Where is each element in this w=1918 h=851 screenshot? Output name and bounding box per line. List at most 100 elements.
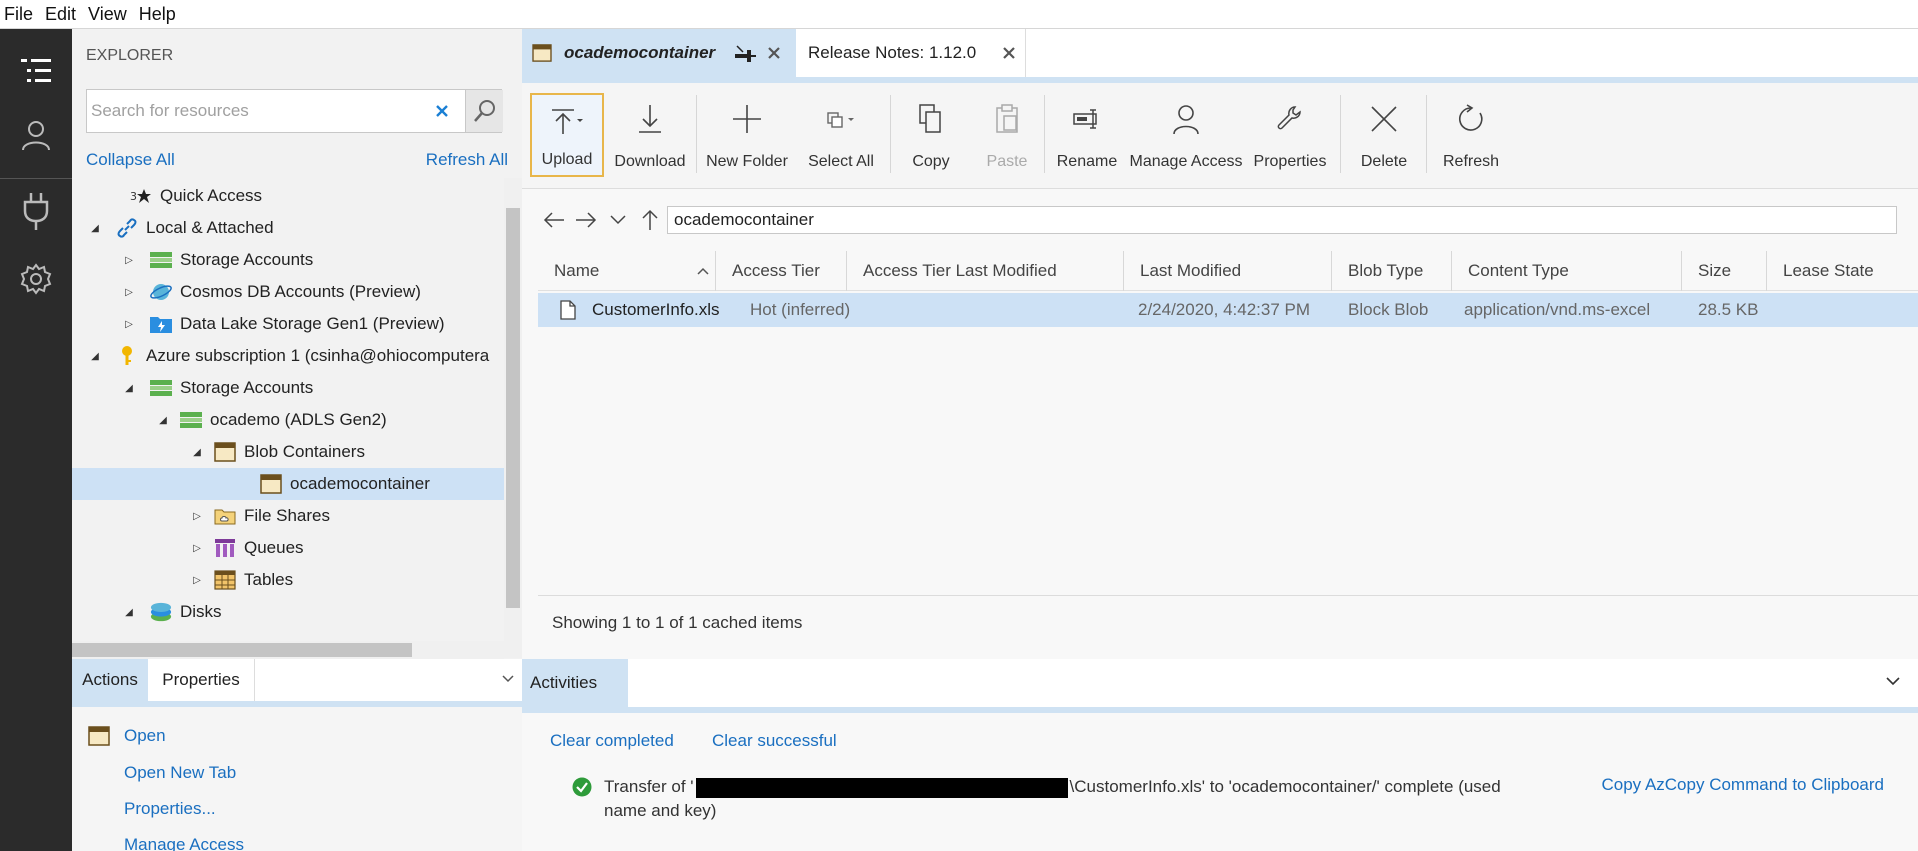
tree-item-local-storage-accounts[interactable]: ▷ Storage Accounts bbox=[72, 244, 504, 276]
grid-header: Name Access Tier Access Tier Last Modifi… bbox=[538, 251, 1918, 291]
tree-item-cosmos-db[interactable]: ▷ Cosmos DB Accounts (Preview) bbox=[72, 276, 504, 308]
tree-item-azure-subscription[interactable]: ◢ Azure subscription 1 (csinha@ohiocompu… bbox=[72, 340, 504, 372]
clear-completed-link[interactable]: Clear completed bbox=[550, 731, 674, 751]
caret-collapsed-icon[interactable]: ▷ bbox=[190, 573, 204, 587]
tree-item-disks[interactable]: ◢ Disks bbox=[72, 596, 504, 628]
tree-item-tables[interactable]: ▷ Tables bbox=[72, 564, 504, 596]
tree-horizontal-scrollbar[interactable] bbox=[72, 641, 504, 659]
tab-actions[interactable]: Actions bbox=[72, 659, 148, 701]
manage-access-button[interactable]: Manage Access bbox=[1128, 93, 1244, 177]
tree-item-queues[interactable]: ▷ Queues bbox=[72, 532, 504, 564]
action-open-new-tab[interactable]: Open New Tab bbox=[124, 763, 236, 783]
column-header-last-modified[interactable]: Last Modified bbox=[1124, 251, 1332, 291]
column-header-blob-type[interactable]: Blob Type bbox=[1332, 251, 1452, 291]
tree-item-file-shares[interactable]: ▷ File Shares bbox=[72, 500, 504, 532]
action-manage-access[interactable]: Manage Access bbox=[124, 835, 244, 851]
tree-item-blob-containers[interactable]: ◢ Blob Containers bbox=[72, 436, 504, 468]
storage-account-icon bbox=[180, 409, 202, 431]
settings-view-button[interactable] bbox=[0, 249, 72, 309]
caret-collapsed-icon[interactable]: ▷ bbox=[190, 541, 204, 555]
tab-activities[interactable]: Activities bbox=[522, 659, 628, 707]
tree-item-storage-accounts[interactable]: ◢ Storage Accounts bbox=[72, 372, 504, 404]
tree-item-label: Data Lake Storage Gen1 (Preview) bbox=[180, 314, 445, 333]
download-button[interactable]: Download bbox=[610, 93, 690, 177]
menu-file[interactable]: File bbox=[0, 4, 39, 25]
rename-button[interactable]: Rename bbox=[1050, 93, 1124, 177]
properties-button[interactable]: Properties bbox=[1248, 93, 1332, 177]
column-header-access-tier[interactable]: Access Tier bbox=[716, 251, 847, 291]
caret-collapsed-icon[interactable]: ▷ bbox=[122, 285, 136, 299]
caret-collapsed-icon[interactable]: ▷ bbox=[122, 253, 136, 267]
toolbar-separator bbox=[890, 95, 891, 173]
close-tab-icon[interactable] bbox=[1002, 46, 1016, 60]
column-header-content-type[interactable]: Content Type bbox=[1452, 251, 1682, 291]
table-row[interactable]: CustomerInfo.xls Hot (inferred) 2/24/202… bbox=[538, 293, 1918, 327]
tree-item-label: ocademo (ADLS Gen2) bbox=[210, 410, 387, 429]
menu-edit[interactable]: Edit bbox=[39, 4, 82, 25]
column-header-size[interactable]: Size bbox=[1682, 251, 1767, 291]
tree-item-local-attached[interactable]: ◢ Local & Attached bbox=[72, 212, 504, 244]
caret-expanded-icon[interactable]: ◢ bbox=[190, 445, 204, 459]
collapse-all-link[interactable]: Collapse All bbox=[86, 150, 175, 170]
cell-content-type: application/vnd.ms-excel bbox=[1464, 300, 1651, 319]
copy-button[interactable]: Copy bbox=[896, 93, 966, 177]
caret-expanded-icon[interactable]: ◢ bbox=[122, 605, 136, 619]
link-icon bbox=[116, 217, 138, 239]
forward-button[interactable] bbox=[570, 205, 602, 235]
delete-button[interactable]: Delete bbox=[1348, 93, 1420, 177]
column-header-access-tier-last-modified[interactable]: Access Tier Last Modified bbox=[847, 251, 1124, 291]
tab-label: Release Notes: 1.12.0 bbox=[808, 43, 977, 62]
tab-ocademocontainer[interactable]: ocademocontainer bbox=[522, 29, 796, 77]
action-properties[interactable]: Properties... bbox=[124, 799, 216, 819]
copy-azcopy-command-link[interactable]: Copy AzCopy Command to Clipboard bbox=[1601, 775, 1884, 795]
tree-item-quick-access[interactable]: 3 Quick Access bbox=[72, 180, 504, 212]
refresh-button[interactable]: Refresh bbox=[1432, 93, 1510, 177]
tab-release-notes[interactable]: Release Notes: 1.12.0 bbox=[796, 29, 1026, 77]
menu-view[interactable]: View bbox=[82, 4, 133, 25]
tree-item-ocademo[interactable]: ◢ ocademo (ADLS Gen2) bbox=[72, 404, 504, 436]
action-open[interactable]: Open bbox=[124, 726, 166, 746]
clear-successful-link[interactable]: Clear successful bbox=[712, 731, 837, 751]
tree-item-data-lake[interactable]: ▷ Data Lake Storage Gen1 (Preview) bbox=[72, 308, 504, 340]
toolbar-separator bbox=[1426, 95, 1427, 173]
redacted-path bbox=[695, 777, 1068, 798]
account-view-button[interactable] bbox=[0, 105, 72, 165]
caret-expanded-icon[interactable]: ◢ bbox=[88, 221, 102, 235]
activity-bar bbox=[0, 29, 72, 851]
caret-expanded-icon[interactable]: ◢ bbox=[156, 413, 170, 427]
clear-search-button[interactable] bbox=[427, 96, 457, 126]
tree-vertical-scrollbar[interactable] bbox=[504, 178, 522, 658]
upload-button[interactable]: Upload bbox=[530, 93, 604, 177]
menu-help[interactable]: Help bbox=[133, 4, 182, 25]
back-button[interactable] bbox=[538, 205, 570, 235]
close-icon bbox=[436, 105, 448, 117]
column-header-lease-state[interactable]: Lease State bbox=[1767, 251, 1907, 291]
chevron-down-icon[interactable] bbox=[1886, 677, 1900, 686]
tree-item-ocademocontainer[interactable]: ocademocontainer bbox=[72, 468, 504, 500]
search-button[interactable] bbox=[465, 90, 503, 132]
select-all-button[interactable]: Select All bbox=[798, 93, 884, 177]
path-input[interactable] bbox=[674, 208, 1874, 232]
column-header-name[interactable]: Name bbox=[538, 251, 716, 291]
connect-view-button[interactable] bbox=[0, 181, 72, 241]
tab-properties[interactable]: Properties bbox=[148, 659, 254, 701]
tree-item-label: Quick Access bbox=[160, 186, 263, 205]
recent-locations-button[interactable] bbox=[602, 205, 634, 235]
search-input[interactable] bbox=[91, 96, 421, 126]
refresh-all-link[interactable]: Refresh All bbox=[426, 150, 508, 170]
caret-collapsed-icon[interactable]: ▷ bbox=[190, 509, 204, 523]
caret-collapsed-icon[interactable]: ▷ bbox=[122, 317, 136, 331]
new-folder-button[interactable]: New Folder bbox=[702, 93, 792, 177]
tables-icon bbox=[214, 569, 236, 591]
container-content: Name Access Tier Access Tier Last Modifi… bbox=[522, 189, 1918, 659]
caret-expanded-icon[interactable]: ◢ bbox=[88, 349, 102, 363]
close-tab-icon[interactable] bbox=[767, 46, 781, 60]
caret-expanded-icon[interactable]: ◢ bbox=[122, 381, 136, 395]
explorer-view-button[interactable] bbox=[0, 41, 72, 101]
paste-button[interactable]: Paste bbox=[972, 93, 1042, 177]
scroll-thumb[interactable] bbox=[72, 643, 412, 657]
pin-icon[interactable] bbox=[733, 44, 757, 62]
scroll-thumb[interactable] bbox=[506, 208, 520, 608]
up-button[interactable] bbox=[634, 205, 666, 235]
chevron-down-icon[interactable] bbox=[502, 675, 514, 683]
